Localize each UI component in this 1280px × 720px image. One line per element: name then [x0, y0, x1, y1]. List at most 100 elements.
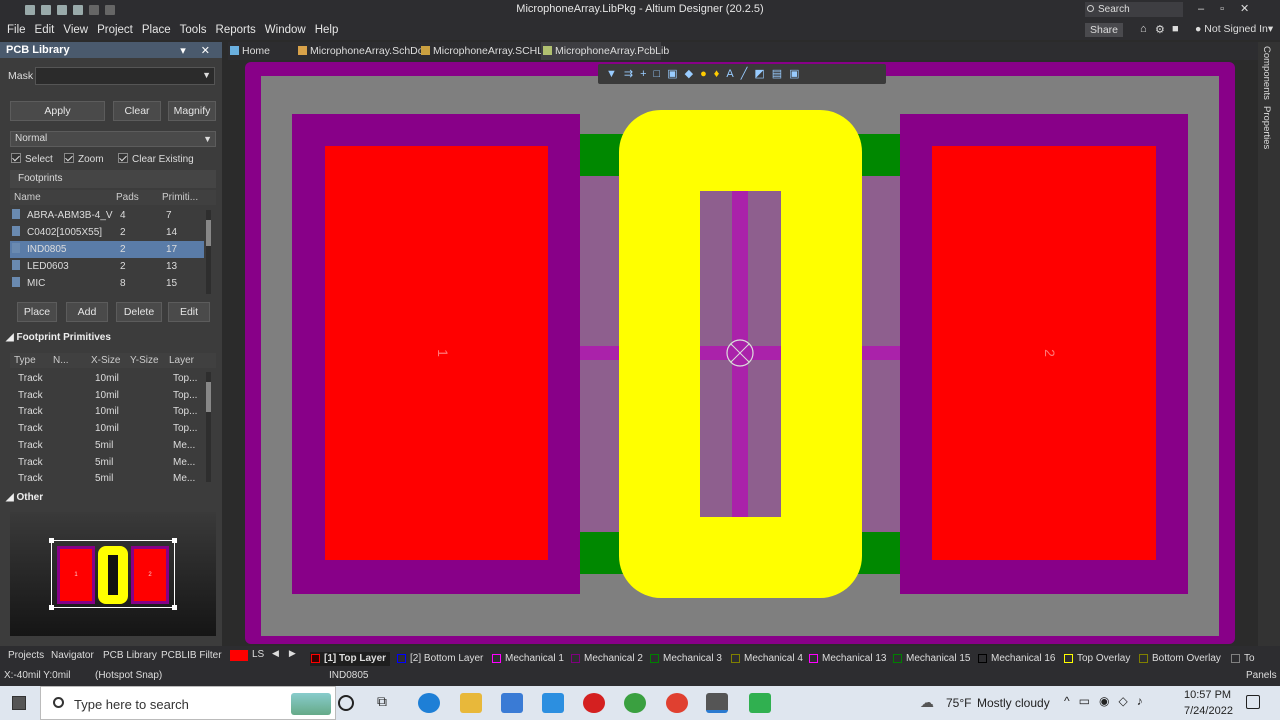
weather-temp[interactable]: 75°F — [946, 696, 971, 710]
route-icon[interactable]: ⇉ — [624, 68, 640, 80]
projects-tab[interactable]: Projects — [8, 646, 44, 666]
primitive-row[interactable]: Track 5mil Me... — [10, 437, 204, 454]
zoom-checkbox[interactable]: Zoom — [64, 153, 104, 165]
pcb-canvas[interactable]: 1 2 ▼⇉+□▣◆●♦A╱◩▤▣ — [228, 60, 1258, 646]
edge-icon[interactable] — [418, 693, 440, 713]
layer-tab[interactable]: Mechanical 15 — [892, 652, 970, 666]
pcb-library-tab[interactable]: PCB Library — [103, 646, 157, 666]
col-pads[interactable]: Pads — [116, 192, 139, 203]
rectangle-icon[interactable]: □ — [654, 68, 668, 80]
col-xsize[interactable]: X-Size — [91, 355, 120, 366]
menu-tools[interactable]: Tools — [180, 20, 207, 40]
menu-edit[interactable]: Edit — [35, 20, 55, 40]
active-bar[interactable]: ▼⇉+□▣◆●♦A╱◩▤▣ — [598, 64, 886, 84]
footprint-row[interactable]: IND0805 2 17 — [10, 241, 204, 258]
other-title[interactable]: ◢ Other — [6, 492, 43, 503]
layer-tab[interactable]: Top Overlay — [1063, 652, 1130, 666]
layer-tab[interactable]: [1] Top Layer — [310, 652, 391, 666]
utorrent-icon[interactable] — [624, 693, 646, 713]
opera-icon[interactable] — [583, 693, 605, 713]
current-layer-swatch[interactable] — [230, 650, 248, 661]
chart-icon[interactable]: ▤ — [772, 68, 789, 80]
apply-button[interactable]: Apply — [10, 101, 105, 121]
primitive-row[interactable]: Track 5mil Me... — [10, 470, 204, 487]
home-icon[interactable]: ⌂ — [1140, 23, 1147, 35]
mode-select[interactable]: Normal ▼ — [10, 131, 216, 147]
via-icon[interactable]: ♦ — [714, 68, 727, 80]
line-icon[interactable]: ╱ — [741, 68, 755, 80]
menu-project[interactable]: Project — [97, 20, 133, 40]
weather-icon[interactable]: ☁ — [920, 694, 934, 711]
tab-home-page[interactable]: Home Page — [228, 42, 296, 75]
footprint-row[interactable]: MIC 8 15 — [10, 275, 204, 292]
layer-tab[interactable]: Mechanical 1 — [491, 652, 564, 666]
windows-start-icon[interactable] — [12, 696, 26, 710]
menu-place[interactable]: Place — [142, 20, 171, 40]
region-icon[interactable]: ◩ — [754, 68, 771, 80]
clear-button[interactable]: Clear — [113, 101, 161, 121]
tab-schdoc[interactable]: MicrophoneArray.SchDoc — [296, 42, 429, 60]
menu-window[interactable]: Window — [265, 20, 306, 40]
layer-tab[interactable]: To — [1230, 652, 1255, 666]
search-box[interactable]: Search — [1085, 2, 1183, 17]
save-icon[interactable] — [25, 5, 35, 15]
clock-date[interactable]: 7/24/2022 — [1184, 705, 1233, 717]
magnify-button[interactable]: Magnify — [168, 101, 216, 121]
redo-icon[interactable] — [105, 5, 115, 15]
clear-existing-checkbox[interactable]: Clear Existing — [118, 153, 194, 165]
layer-tab[interactable]: Bottom Overlay — [1138, 652, 1221, 666]
component-icon[interactable]: ▣ — [667, 68, 684, 80]
gear-icon[interactable]: ⚙ — [1155, 23, 1165, 36]
footprint-preview[interactable]: 1 2 — [10, 512, 216, 636]
primitive-row[interactable]: Track 10mil Top... — [10, 370, 204, 387]
layer-tab[interactable]: Mechanical 2 — [570, 652, 643, 666]
col-type[interactable]: Type — [14, 355, 36, 366]
taskbar-search[interactable]: Type here to search — [40, 686, 336, 720]
store-icon[interactable] — [501, 693, 523, 713]
col-primitives[interactable]: Primiti... — [162, 192, 198, 203]
altium-icon[interactable] — [706, 693, 728, 713]
save-all-icon[interactable] — [41, 5, 51, 15]
primitive-row[interactable]: Track 10mil Top... — [10, 403, 204, 420]
account-button[interactable]: ● Not Signed In▾ — [1195, 23, 1273, 35]
footprint-row[interactable]: LED0603 2 13 — [10, 258, 204, 275]
panel-pin-icon[interactable]: ▾ ✕ — [180, 44, 216, 57]
undo-icon[interactable] — [89, 5, 99, 15]
handle-icon[interactable] — [172, 605, 177, 610]
col-layer[interactable]: Layer — [169, 355, 194, 366]
primitives-scrollbar[interactable] — [206, 372, 211, 482]
edit-button[interactable]: Edit — [168, 302, 210, 322]
tab-schlib[interactable]: MicrophoneArray.SCHLIB — [419, 42, 553, 60]
eraser-icon[interactable]: ◆ — [685, 68, 700, 80]
navigator-tab[interactable]: Navigator — [51, 646, 94, 666]
col-n[interactable]: N... — [53, 355, 69, 366]
folder-icon[interactable] — [73, 5, 83, 15]
clock-time[interactable]: 10:57 PM — [1184, 689, 1231, 701]
handle-icon[interactable] — [172, 538, 177, 543]
menu-view[interactable]: View — [63, 20, 88, 40]
handle-icon[interactable] — [49, 538, 54, 543]
primitives-title[interactable]: ◢ Footprint Primitives — [6, 332, 111, 343]
weather-condition[interactable]: Mostly cloudy — [977, 696, 1050, 710]
chrome-icon[interactable] — [666, 693, 688, 713]
window-controls[interactable]: –▫✕ — [1198, 2, 1278, 15]
layer-tab[interactable]: Mechanical 16 — [977, 652, 1055, 666]
pcblib-filter-tab[interactable]: PCBLIB Filter — [161, 646, 222, 666]
notification-icon[interactable]: ■ — [1172, 23, 1179, 35]
primitive-row[interactable]: Track 10mil Top... — [10, 387, 204, 404]
menu-reports[interactable]: Reports — [216, 20, 256, 40]
menu-help[interactable]: Help — [315, 20, 339, 40]
handle-icon[interactable] — [49, 605, 54, 610]
open-icon[interactable] — [57, 5, 67, 15]
layer-tab[interactable]: Mechanical 4 — [730, 652, 803, 666]
layer-tab[interactable]: Mechanical 13 — [808, 652, 886, 666]
place-button[interactable]: Place — [17, 302, 57, 322]
delete-button[interactable]: Delete — [116, 302, 162, 322]
select-checkbox[interactable]: Select — [11, 153, 53, 165]
primitive-row[interactable]: Track 5mil Me... — [10, 454, 204, 471]
primitive-row[interactable]: Track 10mil Top... — [10, 420, 204, 437]
task-view-icon[interactable]: ⧉ — [377, 693, 399, 713]
col-name[interactable]: Name — [14, 192, 41, 203]
footprint-row[interactable]: ABRA-ABM3B-4_V 4 7 — [10, 207, 204, 224]
tab-pcblib[interactable]: MicrophoneArray.PcbLib — [541, 42, 669, 60]
